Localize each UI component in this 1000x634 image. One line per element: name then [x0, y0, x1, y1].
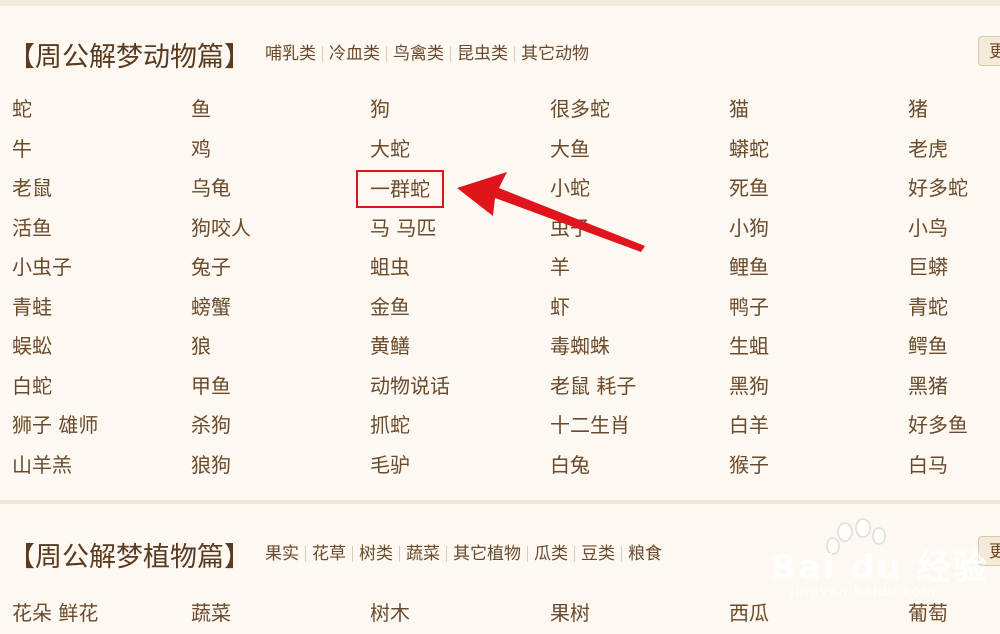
watermark-url-text: jingyan.baidu.com: [790, 584, 937, 600]
animal-item[interactable]: 大蛇: [370, 130, 550, 170]
animal-item[interactable]: 一群蛇: [356, 169, 550, 209]
animal-item[interactable]: 狼狗: [191, 446, 370, 486]
animal-item[interactable]: 毒蜘蛛: [550, 327, 729, 367]
animal-item[interactable]: 生蛆: [729, 327, 908, 367]
animal-item[interactable]: 白羊: [729, 406, 908, 446]
animal-item[interactable]: 白蛇: [12, 367, 191, 407]
animal-item[interactable]: 鳄鱼: [908, 327, 1000, 367]
animals-item-grid: 蛇鱼狗很多蛇猫猪牛鸡大蛇 大鱼 蟒蛇 老虎老鼠 乌龟 一群蛇 小蛇 死鱼 好多蛇活鱼 狗咬人马 马…: [12, 90, 1000, 485]
animal-item[interactable]: 黑狗: [729, 367, 908, 407]
animal-item[interactable]: 马 马匹: [370, 209, 550, 249]
animal-item[interactable]: 十二生肖: [550, 406, 729, 446]
animals-link-other[interactable]: 其它动物: [515, 46, 595, 63]
animal-item[interactable]: 羊: [550, 248, 729, 288]
animal-item[interactable]: 黑猪: [908, 367, 1000, 407]
plant-item[interactable]: 蔬菜: [191, 594, 370, 634]
animal-item[interactable]: 猫: [729, 90, 908, 130]
plants-link-other[interactable]: 其它植物: [447, 546, 528, 563]
watermark-brand-text: Bai du 经验: [770, 548, 989, 588]
animals-more-button[interactable]: 更: [978, 36, 1000, 66]
animal-item[interactable]: 蛇: [12, 90, 191, 130]
animal-item[interactable]: 很多蛇: [550, 90, 729, 130]
animal-item[interactable]: 小虫子: [12, 248, 191, 288]
plants-link-melons[interactable]: 瓜类: [528, 546, 575, 563]
animal-item[interactable]: 牛: [12, 130, 191, 170]
animal-item[interactable]: 白马: [908, 446, 1000, 486]
animal-item[interactable]: 兔子: [191, 248, 370, 288]
animal-highlighted-item-label[interactable]: 一群蛇: [356, 170, 444, 208]
plants-link-flowers[interactable]: 花草: [306, 546, 353, 563]
animal-item[interactable]: 蛆虫: [370, 248, 550, 288]
animals-link-cold-blooded[interactable]: 冷血类: [323, 46, 387, 63]
animal-item[interactable]: 乌龟: [191, 169, 370, 209]
animals-header: 【周公解梦动物篇】 哺乳类 冷血类 鸟禽类 昆虫类 其它动物: [8, 34, 595, 74]
animal-item[interactable]: 老虎: [908, 130, 1000, 170]
animal-item[interactable]: 蜈蚣: [12, 327, 191, 367]
animal-item[interactable]: 甲鱼: [191, 367, 370, 407]
plant-item[interactable]: 花朵 鲜花: [12, 594, 191, 634]
animal-item[interactable]: 鸭子: [729, 288, 908, 328]
animal-item[interactable]: 蟒蛇: [729, 130, 908, 170]
animal-item[interactable]: 猪: [908, 90, 1000, 130]
animal-item[interactable]: 黄鳝: [370, 327, 550, 367]
plants-header: 【周公解梦植物篇】 果实 花草 树类 蔬菜 其它植物 瓜类 豆类 粮食: [8, 534, 668, 574]
top-strip: [0, 0, 1000, 6]
animal-item[interactable]: 狼: [191, 327, 370, 367]
animal-item[interactable]: 小鸟: [908, 209, 1000, 249]
plants-link-fruits[interactable]: 果实: [265, 546, 306, 563]
animals-section-title: 【周公解梦动物篇】: [8, 41, 251, 73]
plants-link-vegetables[interactable]: 蔬菜: [400, 546, 447, 563]
animal-item[interactable]: 死鱼: [729, 169, 908, 209]
animal-item[interactable]: 抓蛇: [370, 406, 550, 446]
animal-item[interactable]: 虾: [550, 288, 729, 328]
plant-item[interactable]: 树木: [370, 594, 550, 634]
plants-link-beans[interactable]: 豆类: [575, 546, 622, 563]
animals-section: 【周公解梦动物篇】 哺乳类 冷血类 鸟禽类 昆虫类 其它动物 更 蛇鱼狗很多蛇猫…: [0, 16, 1000, 496]
animals-link-mammals[interactable]: 哺乳类: [265, 46, 323, 63]
animal-item[interactable]: 老鼠 耗子: [550, 367, 729, 407]
animal-item[interactable]: 大鱼: [550, 130, 729, 170]
animal-item[interactable]: 狗咬人: [191, 209, 370, 249]
plants-link-trees[interactable]: 树类: [353, 546, 400, 563]
animal-item[interactable]: 青蛇: [908, 288, 1000, 328]
animal-item[interactable]: 鱼: [191, 90, 370, 130]
animal-item[interactable]: 青蛙: [12, 288, 191, 328]
animal-item[interactable]: 鸡: [191, 130, 370, 170]
animal-item[interactable]: 动物说话: [370, 367, 550, 407]
animal-item[interactable]: 好多蛇: [908, 169, 1000, 209]
animal-item[interactable]: 狗: [370, 90, 550, 130]
animal-item[interactable]: 小蛇: [550, 169, 729, 209]
animal-item[interactable]: 杀狗: [191, 406, 370, 446]
animal-item[interactable]: 狮子 雄师: [12, 406, 191, 446]
animal-item[interactable]: 金鱼: [370, 288, 550, 328]
animals-link-birds[interactable]: 鸟禽类: [387, 46, 451, 63]
section-divider: [0, 500, 1000, 504]
plants-section-title: 【周公解梦植物篇】: [8, 541, 251, 573]
animal-item[interactable]: 毛驴: [370, 446, 550, 486]
plants-link-grains[interactable]: 粮食: [622, 546, 668, 563]
animal-item[interactable]: 虫子: [550, 209, 729, 249]
animal-item[interactable]: 猴子: [729, 446, 908, 486]
animal-item[interactable]: 白兔: [550, 446, 729, 486]
animal-item[interactable]: 巨蟒: [908, 248, 1000, 288]
animal-item[interactable]: 好多鱼: [908, 406, 1000, 446]
animal-item[interactable]: 活鱼: [12, 209, 191, 249]
animal-item[interactable]: 山羊羔: [12, 446, 191, 486]
animal-item[interactable]: 小狗: [729, 209, 908, 249]
animal-item[interactable]: 老鼠: [12, 169, 191, 209]
animal-item[interactable]: 螃蟹: [191, 288, 370, 328]
plant-item[interactable]: 果树: [550, 594, 729, 634]
animal-item[interactable]: 鲤鱼: [729, 248, 908, 288]
animals-link-insects[interactable]: 昆虫类: [451, 46, 515, 63]
